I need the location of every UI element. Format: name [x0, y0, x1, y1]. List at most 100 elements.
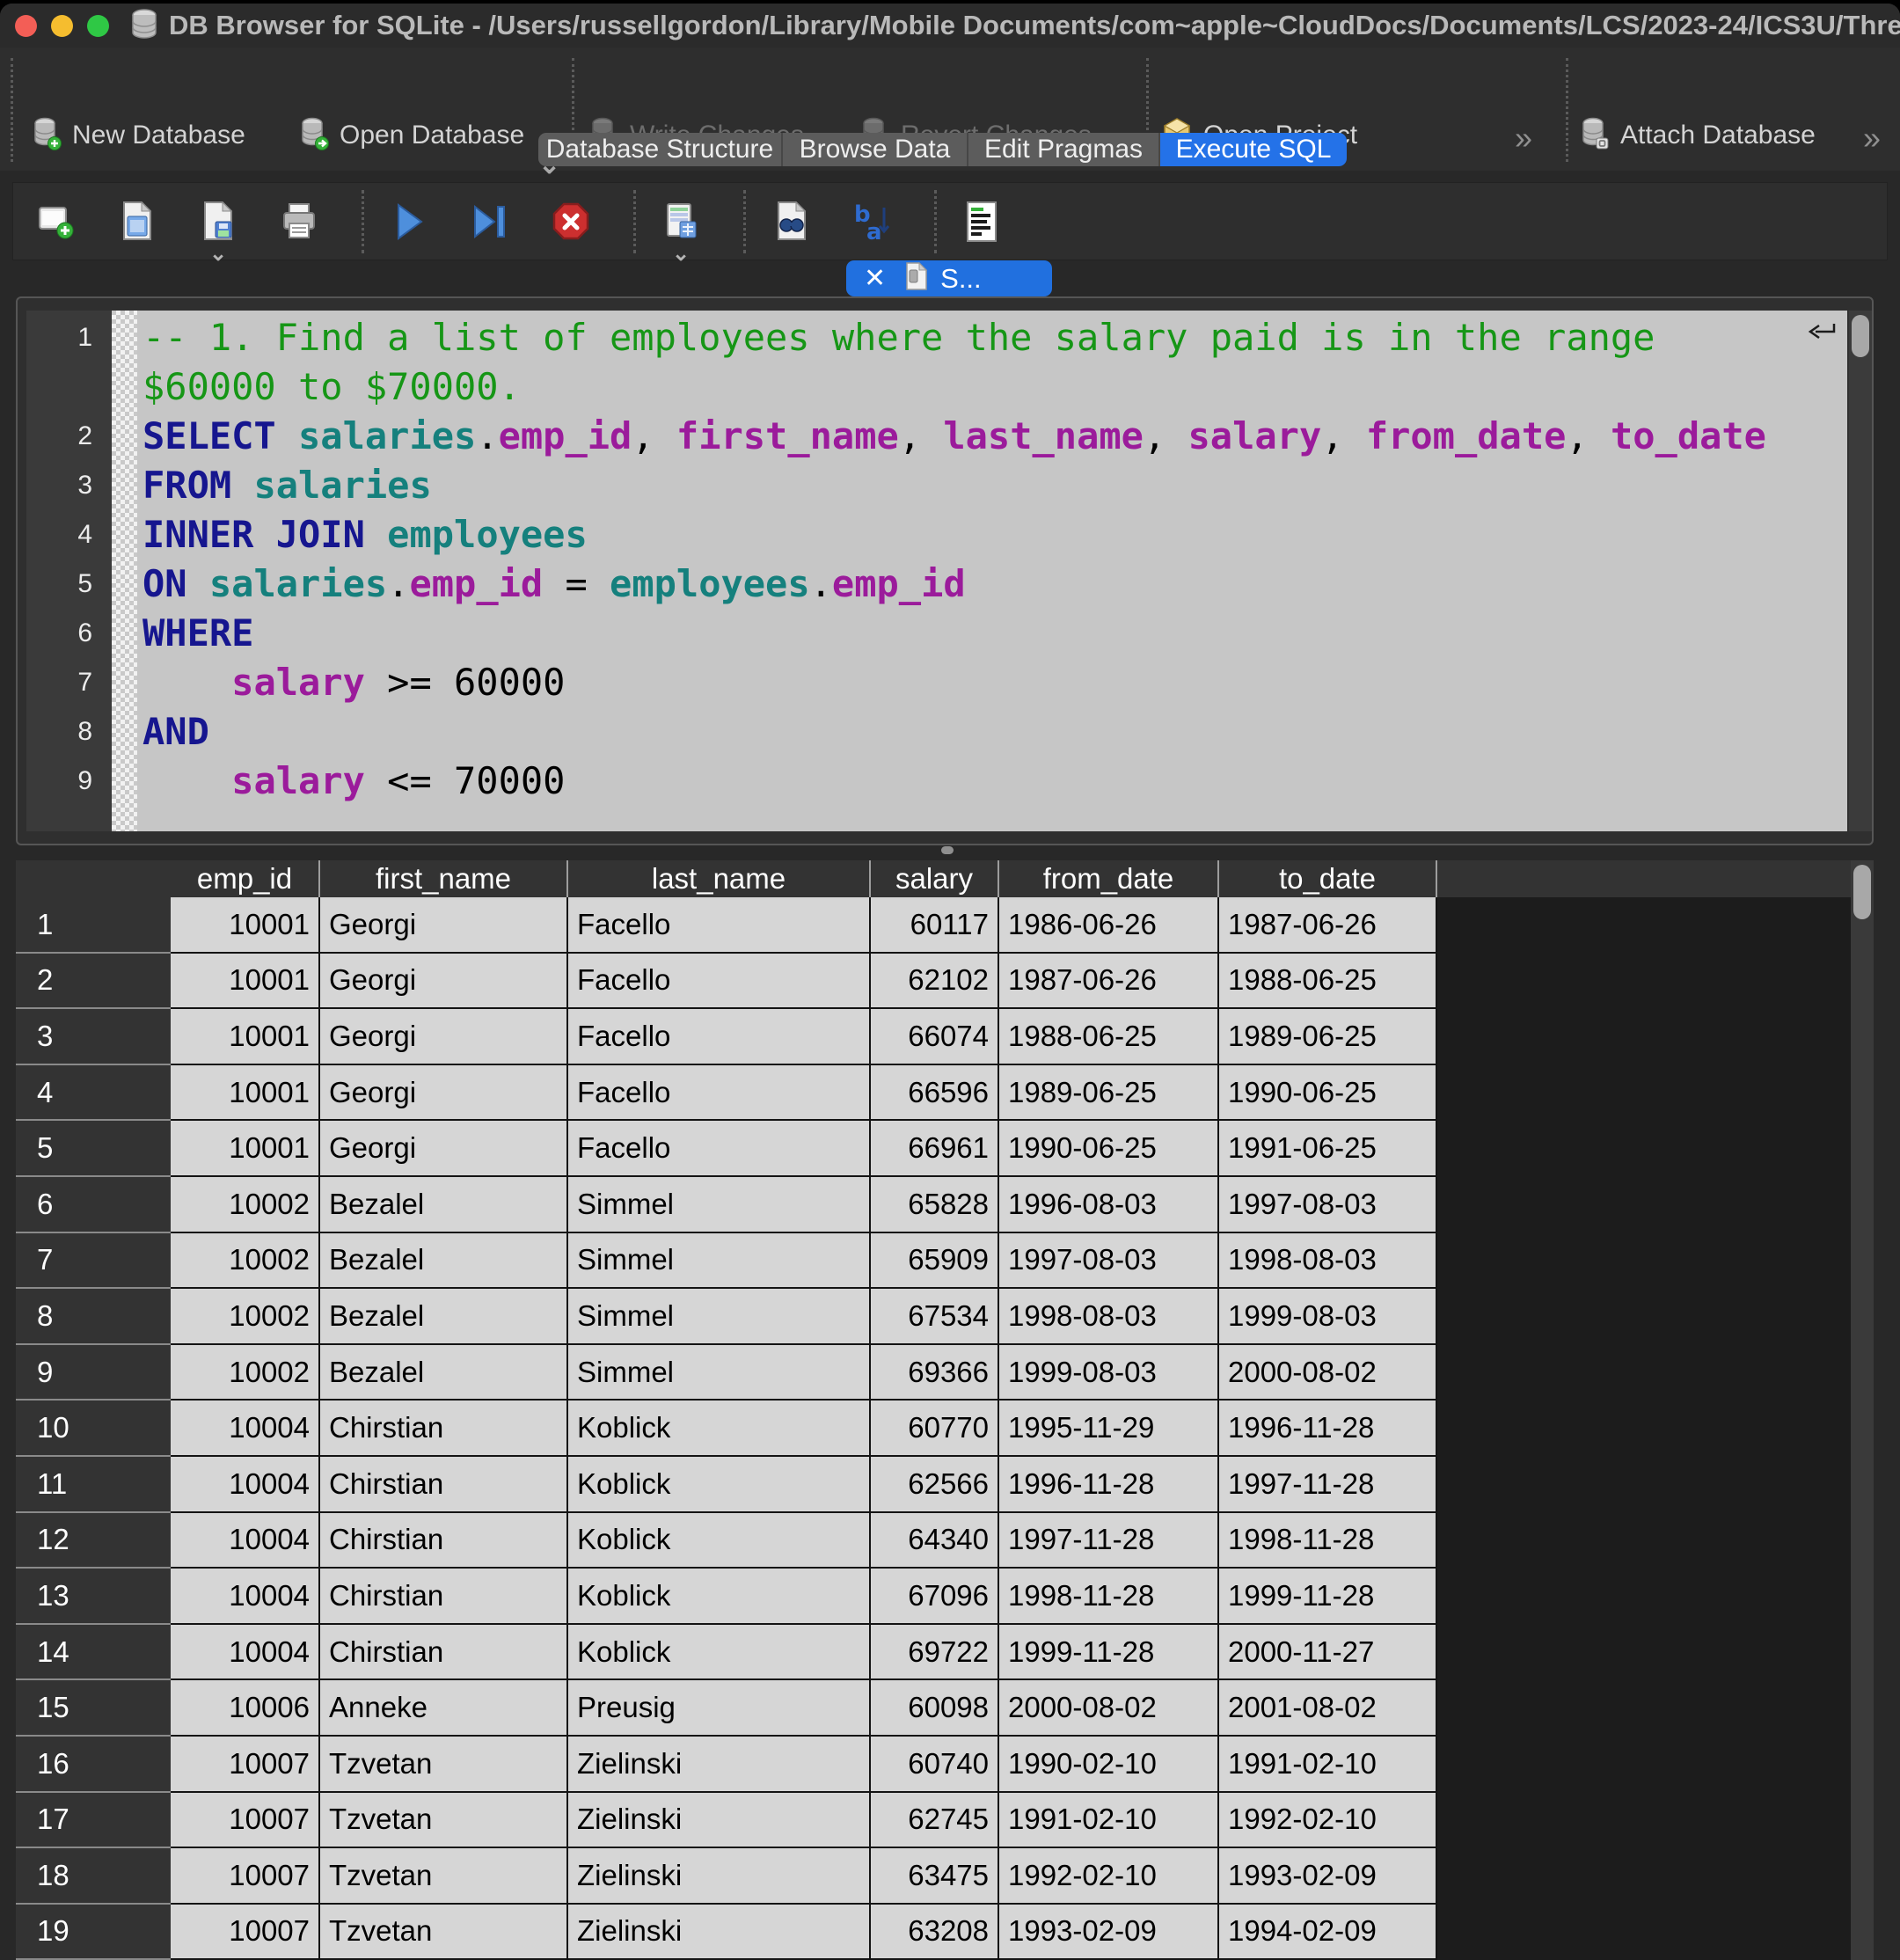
cell-last_name[interactable]: Zielinski [568, 1737, 871, 1793]
cell-to_date[interactable]: 1988-06-25 [1219, 954, 1437, 1010]
toolbar-overflow-icon[interactable]: » [1515, 120, 1529, 157]
cell-to_date[interactable]: 1998-08-03 [1219, 1233, 1437, 1290]
cell-last_name[interactable]: Facello [568, 1065, 871, 1122]
cell-last_name[interactable]: Facello [568, 1121, 871, 1177]
column-header-salary[interactable]: salary [871, 860, 999, 897]
cell-salary[interactable]: 60117 [871, 897, 999, 954]
row-number-cell[interactable]: 14 [16, 1625, 171, 1681]
row-number-cell[interactable]: 7 [16, 1233, 171, 1290]
cell-from_date[interactable]: 1998-08-03 [999, 1289, 1219, 1345]
new-sql-tab-icon[interactable] [34, 200, 78, 244]
cell-salary[interactable]: 64340 [871, 1513, 999, 1569]
cell-first_name[interactable]: Tzvetan [320, 1793, 568, 1849]
cell-salary[interactable]: 66596 [871, 1065, 999, 1122]
cell-from_date[interactable]: 2000-08-02 [999, 1680, 1219, 1737]
cell-first_name[interactable]: Bezalel [320, 1289, 568, 1345]
close-sql-tab-icon[interactable]: ✕ [864, 263, 886, 294]
cell-last_name[interactable]: Facello [568, 1009, 871, 1065]
row-number-cell[interactable]: 8 [16, 1289, 171, 1345]
cell-last_name[interactable]: Koblick [568, 1513, 871, 1569]
cell-from_date[interactable]: 1998-11-28 [999, 1569, 1219, 1625]
cell-to_date[interactable]: 1987-06-26 [1219, 897, 1437, 954]
cell-salary[interactable]: 60770 [871, 1401, 999, 1457]
row-number-cell[interactable]: 9 [16, 1345, 171, 1401]
cell-emp_id[interactable]: 10002 [171, 1177, 320, 1233]
cell-from_date[interactable]: 1999-08-03 [999, 1345, 1219, 1401]
dropdown-chevron-icon[interactable]: ⌄ [672, 246, 690, 262]
cell-to_date[interactable]: 1997-08-03 [1219, 1177, 1437, 1233]
cell-first_name[interactable]: Bezalel [320, 1177, 568, 1233]
cell-first_name[interactable]: Bezalel [320, 1233, 568, 1290]
cell-emp_id[interactable]: 10001 [171, 1121, 320, 1177]
sql-file-tab[interactable]: ✕ S... [846, 260, 1052, 296]
cell-salary[interactable]: 69366 [871, 1345, 999, 1401]
cell-last_name[interactable]: Koblick [568, 1569, 871, 1625]
cell-salary[interactable]: 62102 [871, 954, 999, 1010]
row-number-cell[interactable]: 19 [16, 1905, 171, 1960]
cell-last_name[interactable]: Koblick [568, 1457, 871, 1513]
cell-to_date[interactable]: 1992-02-10 [1219, 1793, 1437, 1849]
cell-salary[interactable]: 65909 [871, 1233, 999, 1290]
row-number-cell[interactable]: 3 [16, 1009, 171, 1065]
minimize-button[interactable] [51, 15, 73, 37]
tab-database-structure[interactable]: Database Structure [538, 133, 783, 166]
auto-format-icon[interactable]: ba [850, 200, 894, 244]
cell-first_name[interactable]: Chirstian [320, 1625, 568, 1681]
cell-salary[interactable]: 62745 [871, 1793, 999, 1849]
cell-to_date[interactable]: 1998-11-28 [1219, 1513, 1437, 1569]
cell-emp_id[interactable]: 10001 [171, 897, 320, 954]
cell-salary[interactable]: 60740 [871, 1737, 999, 1793]
cell-to_date[interactable]: 2000-08-02 [1219, 1345, 1437, 1401]
attach-database-button[interactable]: Attach Database [1580, 111, 1816, 160]
cell-emp_id[interactable]: 10002 [171, 1233, 320, 1290]
cell-last_name[interactable]: Simmel [568, 1233, 871, 1290]
open-database-button[interactable]: Open Database [299, 111, 524, 160]
execute-all-icon[interactable] [387, 200, 431, 244]
cell-from_date[interactable]: 1999-11-28 [999, 1625, 1219, 1681]
cell-emp_id[interactable]: 10004 [171, 1625, 320, 1681]
cell-last_name[interactable]: Zielinski [568, 1793, 871, 1849]
cell-salary[interactable]: 63208 [871, 1905, 999, 1960]
row-number-cell[interactable]: 17 [16, 1793, 171, 1849]
cell-emp_id[interactable]: 10007 [171, 1737, 320, 1793]
editor-scrollbar-thumb[interactable] [1852, 315, 1869, 357]
row-number-cell[interactable]: 10 [16, 1401, 171, 1457]
cell-first_name[interactable]: Georgi [320, 1121, 568, 1177]
cell-emp_id[interactable]: 10001 [171, 1065, 320, 1122]
cell-to_date[interactable]: 1996-11-28 [1219, 1401, 1437, 1457]
cell-to_date[interactable]: 1994-02-09 [1219, 1905, 1437, 1960]
cell-from_date[interactable]: 1991-02-10 [999, 1793, 1219, 1849]
cell-to_date[interactable]: 1989-06-25 [1219, 1009, 1437, 1065]
row-number-cell[interactable]: 4 [16, 1065, 171, 1122]
cell-to_date[interactable]: 2001-08-02 [1219, 1680, 1437, 1737]
cell-emp_id[interactable]: 10004 [171, 1457, 320, 1513]
header-corner-cell[interactable] [16, 860, 171, 897]
cell-salary[interactable]: 66074 [871, 1009, 999, 1065]
cell-emp_id[interactable]: 10004 [171, 1569, 320, 1625]
cell-emp_id[interactable]: 10007 [171, 1848, 320, 1905]
cell-last_name[interactable]: Preusig [568, 1680, 871, 1737]
cell-first_name[interactable]: Tzvetan [320, 1848, 568, 1905]
cell-first_name[interactable]: Georgi [320, 1065, 568, 1122]
row-number-cell[interactable]: 2 [16, 954, 171, 1010]
column-header-first_name[interactable]: first_name [320, 860, 568, 897]
execution-log-icon[interactable] [960, 200, 1004, 244]
cell-to_date[interactable]: 1991-06-25 [1219, 1121, 1437, 1177]
cell-salary[interactable]: 69722 [871, 1625, 999, 1681]
cell-emp_id[interactable]: 10004 [171, 1513, 320, 1569]
cell-from_date[interactable]: 1992-02-10 [999, 1848, 1219, 1905]
cell-salary[interactable]: 63475 [871, 1848, 999, 1905]
find-replace-icon[interactable] [769, 200, 813, 244]
save-results-icon[interactable]: ⌄ [659, 200, 703, 244]
cell-emp_id[interactable]: 10004 [171, 1401, 320, 1457]
cell-emp_id[interactable]: 10002 [171, 1289, 320, 1345]
cell-from_date[interactable]: 1987-06-26 [999, 954, 1219, 1010]
cell-salary[interactable]: 65828 [871, 1177, 999, 1233]
stop-icon[interactable] [549, 200, 593, 244]
cell-to_date[interactable]: 2000-11-27 [1219, 1625, 1437, 1681]
cell-last_name[interactable]: Facello [568, 954, 871, 1010]
cell-from_date[interactable]: 1997-11-28 [999, 1513, 1219, 1569]
cell-last_name[interactable]: Zielinski [568, 1905, 871, 1960]
tab-browse-data[interactable]: Browse Data [783, 133, 968, 166]
cell-from_date[interactable]: 1988-06-25 [999, 1009, 1219, 1065]
